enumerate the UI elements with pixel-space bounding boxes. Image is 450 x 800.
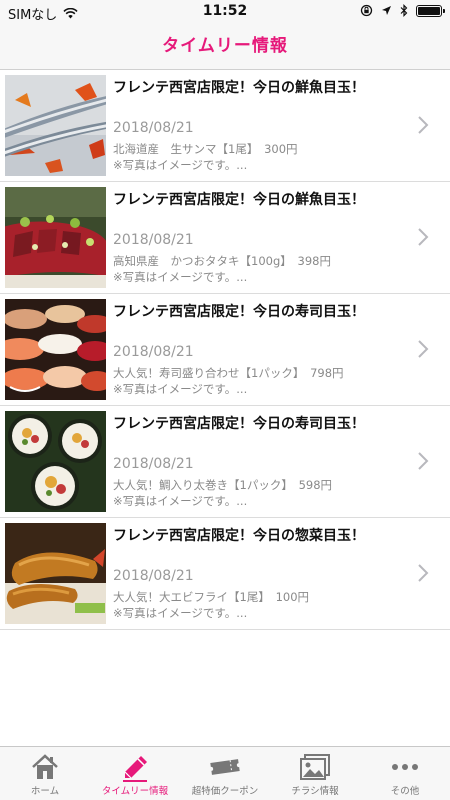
tab-more[interactable]: その他 <box>360 747 450 800</box>
list-item[interactable]: フレンテ西宮店限定！今日の鮮魚目玉！ 2018/08/21 高知県産 かつおタタ… <box>0 182 450 294</box>
list-item[interactable]: フレンテ西宮店限定！今日の寿司目玉！ 2018/08/21 大人気！寿司盛り合わ… <box>0 294 450 406</box>
item-date: 2018/08/21 <box>113 456 194 472</box>
item-note: ※写真はイメージです。... <box>113 158 248 172</box>
item-note: ※写真はイメージです。... <box>113 270 248 284</box>
item-date: 2018/08/21 <box>113 120 194 136</box>
flyer-icon <box>300 754 330 780</box>
item-description: 大人気！鯛入り太巻き【1パック】 598円 <box>113 478 333 492</box>
navigation-bar: タイムリー情報 <box>0 24 450 70</box>
pencil-icon <box>123 756 147 782</box>
item-note: ※写真はイメージです。... <box>113 494 248 508</box>
item-thumbnail-katsuo <box>5 187 106 288</box>
item-description: 高知県産 かつおタタキ【100g】 398円 <box>113 254 331 268</box>
item-title: フレンテ西宮店限定！今日の寿司目玉！ <box>113 304 365 320</box>
chevron-right-icon <box>418 116 429 134</box>
item-title: フレンテ西宮店限定！今日の寿司目玉！ <box>113 416 365 432</box>
tab-flyer[interactable]: チラシ情報 <box>270 747 360 800</box>
chevron-right-icon <box>418 564 429 582</box>
page-title: タイムリー情報 <box>162 36 288 56</box>
item-thumbnail-sushi <box>5 299 106 400</box>
item-note: ※写真はイメージです。... <box>113 382 248 396</box>
status-right <box>360 4 445 17</box>
item-date: 2018/08/21 <box>113 344 194 360</box>
tab-more-label: その他 <box>390 786 420 797</box>
ticket-icon <box>210 759 240 775</box>
item-title: フレンテ西宮店限定！今日の鮮魚目玉！ <box>113 192 365 208</box>
tab-bar: ホーム タイムリー情報 超特価クーポン チラシ情報 その他 <box>0 746 450 800</box>
home-icon <box>32 754 58 779</box>
more-icon <box>392 764 418 770</box>
battery-icon <box>416 4 445 17</box>
rotation-lock-icon <box>360 4 373 17</box>
item-description: 大人気！寿司盛り合わせ【1パック】 798円 <box>113 366 344 380</box>
item-description: 大人気！大エビフライ【1尾】 100円 <box>113 590 310 604</box>
item-date: 2018/08/21 <box>113 232 194 248</box>
tab-timely-info[interactable]: タイムリー情報 <box>90 747 180 800</box>
bluetooth-icon <box>400 4 408 17</box>
list-item[interactable]: フレンテ西宮店限定！今日の惣菜目玉！ 2018/08/21 大人気！大エビフライ… <box>0 518 450 630</box>
item-title: フレンテ西宮店限定！今日の鮮魚目玉！ <box>113 80 365 96</box>
chevron-right-icon <box>418 452 429 470</box>
timely-info-list: フレンテ西宮店限定！今日の鮮魚目玉！ 2018/08/21 北海道産 生サンマ【… <box>0 70 450 630</box>
item-thumbnail-ebi-fry <box>5 523 106 624</box>
list-item[interactable]: フレンテ西宮店限定！今日の鮮魚目玉！ 2018/08/21 北海道産 生サンマ【… <box>0 70 450 182</box>
tab-timely-info-label: タイムリー情報 <box>101 786 169 797</box>
chevron-right-icon <box>418 228 429 246</box>
tab-coupon[interactable]: 超特価クーポン <box>180 747 270 800</box>
status-bar: SIMなし 11:52 <box>0 0 450 24</box>
list-item[interactable]: フレンテ西宮店限定！今日の寿司目玉！ 2018/08/21 大人気！鯛入り太巻き… <box>0 406 450 518</box>
chevron-right-icon <box>418 340 429 358</box>
item-title: フレンテ西宮店限定！今日の惣菜目玉！ <box>113 528 365 544</box>
tab-home-label: ホーム <box>30 786 60 797</box>
tab-coupon-label: 超特価クーポン <box>191 786 259 797</box>
item-note: ※写真はイメージです。... <box>113 606 248 620</box>
item-thumbnail-sanma <box>5 75 106 176</box>
item-thumbnail-futomaki <box>5 411 106 512</box>
tab-flyer-label: チラシ情報 <box>291 786 339 797</box>
tab-home[interactable]: ホーム <box>0 747 90 800</box>
location-arrow-icon <box>382 6 391 15</box>
item-date: 2018/08/21 <box>113 568 194 584</box>
item-description: 北海道産 生サンマ【1尾】 300円 <box>113 142 298 156</box>
